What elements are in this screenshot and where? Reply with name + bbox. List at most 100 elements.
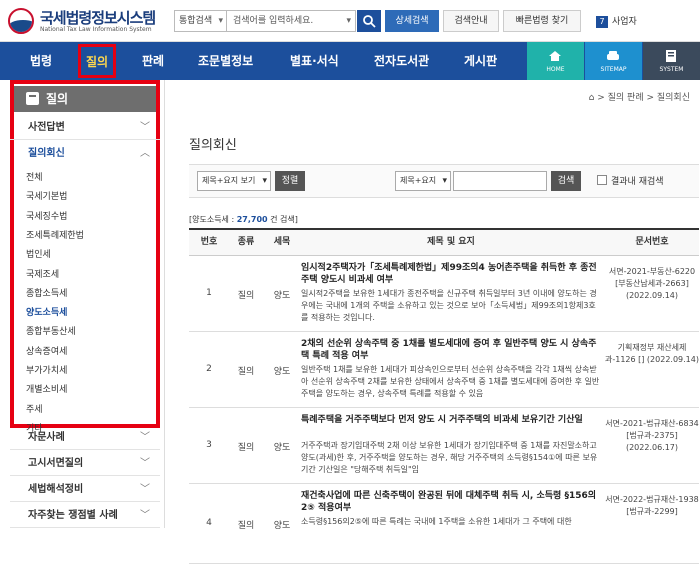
- row-title[interactable]: 특례주택을 거주주택보다 먼저 양도 시 거주주택의 비과세 보유기간 기산일: [301, 414, 601, 426]
- sidebar-section-label: 자주찾는 쟁점별 사례: [28, 510, 118, 521]
- sidebar-item-4[interactable]: 법인세: [26, 247, 51, 260]
- site-badge: 7: [596, 15, 608, 28]
- site-logo[interactable]: 국세법령정보시스템 National Tax Law Information S…: [8, 6, 158, 36]
- sidebar-item-5[interactable]: 국제조세: [26, 267, 59, 280]
- result-count-prefix: [양도소득세 :: [189, 215, 237, 224]
- sidebar-section-faq-cases[interactable]: 자주찾는 쟁점별 사례 ﹀: [10, 504, 160, 528]
- sidebar-section-interpretation[interactable]: 세법해석정비 ﹀: [10, 478, 160, 502]
- site-selector[interactable]: 7 사업자: [596, 14, 637, 28]
- chevron-up-icon: ︿: [140, 148, 150, 159]
- main-content: ⌂ > 질의 판례 > 질의회신 질의회신 제목+요지 보기 정렬 제목+요지 …: [165, 80, 700, 564]
- logo-emblem-icon: [8, 8, 34, 34]
- row-tax: 양도: [273, 291, 291, 301]
- table-row[interactable]: 2 질의 양도 2채의 선순위 상속주택 중 1채를 별도세대에 증여 후 일반주택 …: [189, 332, 699, 408]
- row-number: 2: [206, 364, 212, 374]
- breadcrumb: ⌂ > 질의 판례 > 질의회신: [588, 93, 690, 103]
- row-doc-number: 서면-2021-부동산-6220 [부동산납세과-2663] (2022.09.…: [608, 267, 696, 300]
- row-number: 1: [206, 288, 212, 298]
- sidebar-item-2[interactable]: 국세징수법: [26, 209, 67, 222]
- system-button[interactable]: SYSTEM: [643, 42, 700, 80]
- nav-article-info[interactable]: 조문별정보: [198, 42, 253, 80]
- keyword-input[interactable]: [453, 171, 547, 191]
- sidebar-section-label: 질의회신: [28, 148, 65, 159]
- sidebar-item-8[interactable]: 종합부동산세: [26, 324, 76, 337]
- row-summary: 일반주택 1채를 보유한 1세대가 피상속인으로부터 선순위 상속주택을 각각 …: [301, 365, 600, 398]
- list-search-button[interactable]: 검색: [551, 171, 581, 191]
- sidebar-section-advisory[interactable]: 자문사례 ﹀: [10, 426, 160, 450]
- sidebar-section-inquiry-reply[interactable]: 질의회신 ︿: [10, 142, 160, 166]
- logo-title: 국세법령정보시스템: [40, 9, 156, 27]
- sidebar-section-label: 고시서면질의: [28, 458, 84, 469]
- row-doc-number: 서면-2022-법규재산-1938 [법규과-2299]: [605, 495, 699, 516]
- sidebar-item-10[interactable]: 부가가치세: [26, 363, 67, 376]
- sidebar-section-label: 세법해석정비: [28, 484, 84, 495]
- search-in-result-checkbox[interactable]: [597, 175, 607, 185]
- row-title[interactable]: 재건축사업에 따른 신축주택이 완공된 뒤에 대체주택 취득 시, 소득령 §1…: [301, 490, 601, 514]
- sort-button[interactable]: 정렬: [275, 171, 305, 191]
- search-guide-button[interactable]: 검색안내: [443, 10, 499, 32]
- sitemap-button[interactable]: SITEMAP: [585, 42, 642, 80]
- col-doc-number: 문서번호: [635, 237, 669, 247]
- chevron-down-icon: ﹀: [140, 510, 150, 521]
- logo-subtitle: National Tax Law Information System: [40, 26, 152, 33]
- sidebar-section-label: 사전답변: [28, 122, 65, 133]
- sidebar-item-1[interactable]: 국세기본법: [26, 189, 67, 202]
- sidebar-section-written-inquiry[interactable]: 고시서면질의 ﹀: [10, 452, 160, 476]
- table-row[interactable]: 4 질의 양도 재건축사업에 따른 신축주택이 완공된 뒤에 대체주택 취득 시, 소…: [189, 484, 699, 564]
- chevron-down-icon: ﹀: [140, 458, 150, 469]
- home-label: HOME: [546, 66, 565, 73]
- nav-law[interactable]: 법령: [30, 42, 52, 80]
- sidebar-item-9[interactable]: 상속증여세: [26, 344, 67, 357]
- row-title[interactable]: 임시적2주택자가「조세특례제한법」제99조의4 농어촌주택을 취득한 후 종전주…: [301, 262, 601, 286]
- row-tax: 양도: [273, 367, 291, 377]
- search-icon: [363, 15, 376, 28]
- nav-library[interactable]: 전자도서관: [374, 42, 429, 80]
- sidebar-item-6[interactable]: 종합소득세: [26, 286, 67, 299]
- row-kind: 질의: [237, 367, 255, 377]
- nav-precedent[interactable]: 판례: [142, 42, 164, 80]
- nav-forms[interactable]: 별표·서식: [290, 42, 339, 80]
- sidebar: 질의 사전답변 ﹀ 질의회신 ︿ 전체 국세기본법 국세징수법 조세특례제한법 법인세 국제조…: [0, 80, 165, 528]
- sidebar-item-12[interactable]: 주세: [26, 402, 43, 415]
- quick-law-button[interactable]: 빠른법령 찾기: [503, 10, 581, 32]
- row-kind: 질의: [237, 291, 255, 301]
- sidebar-item-3[interactable]: 조세특례제한법: [26, 228, 84, 241]
- search-scope-select[interactable]: 통합검색: [174, 10, 226, 32]
- search-input[interactable]: 검색어를 입력하세요.: [226, 10, 356, 32]
- search-field-select[interactable]: 제목+요지: [395, 171, 451, 191]
- row-title[interactable]: 2채의 선순위 상속주택 중 1채를 별도세대에 증여 후 일반주택 양도 시 …: [301, 338, 601, 362]
- row-kind: 질의: [237, 521, 255, 531]
- nav-board[interactable]: 게시판: [464, 42, 497, 80]
- table-row[interactable]: 3 질의 양도 특례주택을 거주주택보다 먼저 양도 시 거주주택의 비과세 보유기간…: [189, 408, 699, 484]
- sitemap-label: SITEMAP: [600, 66, 627, 73]
- row-number: 4: [206, 518, 212, 528]
- table-row[interactable]: 1 질의 양도 임시적2주택자가「조세특례제한법」제99조의4 농어촌주택을 취득한 …: [189, 256, 699, 332]
- nav-inquiry[interactable]: 질의: [78, 44, 117, 78]
- sidebar-item-11[interactable]: 개별소비세: [26, 382, 67, 395]
- col-kind: 종류: [237, 237, 255, 247]
- view-mode-select[interactable]: 제목+요지 보기: [197, 171, 271, 191]
- breadcrumb-item[interactable]: 질의회신: [657, 93, 690, 103]
- site-name: 사업자: [612, 17, 637, 27]
- system-label: SYSTEM: [659, 66, 684, 73]
- row-doc-number: 기획재정부 재산세제과-1126 [] (2022.09.14): [605, 343, 699, 364]
- search-button[interactable]: [357, 10, 381, 32]
- sidebar-section-advance-ruling[interactable]: 사전답변 ﹀: [10, 116, 160, 140]
- row-doc-number: 서면-2021-법규재산-6834 [법규과-2375] (2022.06.17…: [605, 419, 699, 452]
- row-summary: 일시적2주택을 보유한 1세대가 종전주택을 신규주택 취득일부터 3년 이내에…: [301, 289, 597, 322]
- page-title: 질의회신: [189, 138, 237, 153]
- detail-search-button[interactable]: 상세검색: [385, 10, 439, 32]
- home-button[interactable]: HOME: [527, 42, 584, 80]
- breadcrumb-item[interactable]: 질의 판례: [608, 93, 644, 103]
- col-tax: 세목: [273, 237, 291, 247]
- col-number: 번호: [200, 237, 218, 247]
- chevron-down-icon: ﹀: [140, 484, 150, 495]
- server-icon: [666, 50, 676, 62]
- chevron-down-icon: ﹀: [140, 122, 150, 133]
- row-tax: 양도: [273, 521, 291, 531]
- sidebar-item-0[interactable]: 전체: [26, 170, 43, 183]
- top-header: 국세법령정보시스템 National Tax Law Information S…: [0, 0, 700, 42]
- chevron-down-icon: ﹀: [140, 432, 150, 443]
- home-icon[interactable]: ⌂: [589, 93, 595, 103]
- sidebar-item-7[interactable]: 양도소득세: [26, 305, 67, 318]
